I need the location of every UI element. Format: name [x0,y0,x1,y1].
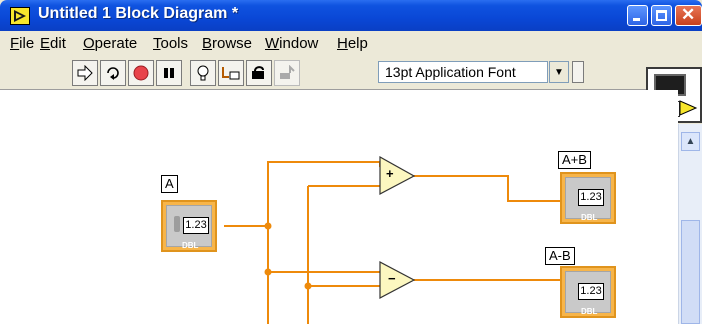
control-a-value: 1.23 [183,217,209,234]
indicator-diff-terminal[interactable]: 1.23 DBL [560,266,616,318]
indicator-sum-label[interactable]: A+B [558,151,591,169]
menu-operate[interactable]: Operate [83,35,137,52]
indicator-diff-label[interactable]: A-B [545,247,575,265]
scroll-thumb[interactable] [681,220,700,324]
scroll-up-button[interactable]: ▲ [681,132,700,151]
subtract-symbol: − [388,271,396,286]
wire-junction [264,268,272,276]
add-symbol: + [386,166,394,181]
step-over-icon [280,65,295,79]
pause-icon [164,68,174,78]
menu-edit[interactable]: Edit [40,35,66,52]
chevron-up-icon: ▲ [685,136,696,147]
labview-app-icon[interactable] [10,7,30,25]
close-icon: ✕ [681,5,696,24]
indicator-sum-terminal[interactable]: 1.23 DBL [560,172,616,224]
window-title: Untitled 1 Block Diagram * [38,5,239,22]
abort-button[interactable] [128,60,154,86]
menu-browse[interactable]: Browse [202,35,252,52]
menu-file[interactable]: File [10,35,34,52]
step-into-icon [252,66,264,79]
run-continuously-button[interactable] [100,60,126,86]
run-continuously-icon [107,67,119,80]
run-button[interactable] [72,60,98,86]
font-selector[interactable]: 13pt Application Font [378,61,548,83]
menu-window[interactable]: Window [265,35,318,52]
menu-tools[interactable]: Tools [153,35,188,52]
highlight-execution-button[interactable] [190,60,216,86]
terminal-body: 1.23 DBL [565,177,611,222]
align-objects-button[interactable] [572,61,584,83]
probe-icon [222,67,240,80]
vi-arrow-icon [679,100,698,116]
retain-wire-values-button[interactable] [218,60,244,86]
toolbar: 13pt Application Font ▼ [0,57,702,90]
lightbulb-icon [197,65,209,81]
menu-help[interactable]: Help [337,35,368,52]
run-arrow-icon [77,65,93,81]
wire-junction [264,222,272,230]
title-bar: Untitled 1 Block Diagram * ✕ [0,0,702,31]
maximize-button[interactable] [651,5,672,26]
wire-junction [304,282,312,290]
minimize-button[interactable] [627,5,648,26]
menu-bar: File Edit Operate Tools Browse Window He… [0,31,702,57]
terminal-body: 1.23 DBL [565,271,611,316]
pause-button[interactable] [156,60,182,86]
step-over-button[interactable] [274,60,300,86]
subtract-function-node[interactable] [379,261,416,299]
control-a-label[interactable]: A [161,175,178,193]
step-into-button[interactable] [246,60,272,86]
terminal-body: 1.23 DBL [166,205,212,250]
indicator-sum-value: 1.23 [578,189,604,206]
block-diagram-canvas[interactable]: + − A 1.23 DBL A+B 1.23 DBL A-B 1.23 DBL [0,90,678,324]
increment-arrows-icon [174,216,180,232]
vertical-scrollbar[interactable]: ▲ [678,124,702,324]
control-a-terminal[interactable]: 1.23 DBL [161,200,217,252]
indicator-sum-type: DBL [581,213,598,222]
indicator-diff-type: DBL [581,307,598,316]
stop-icon [133,65,149,81]
control-a-type: DBL [182,241,199,250]
chevron-down-icon: ▼ [554,66,564,78]
font-dropdown-arrow[interactable]: ▼ [549,61,569,83]
indicator-diff-value: 1.23 [578,283,604,300]
close-button[interactable]: ✕ [675,5,702,26]
